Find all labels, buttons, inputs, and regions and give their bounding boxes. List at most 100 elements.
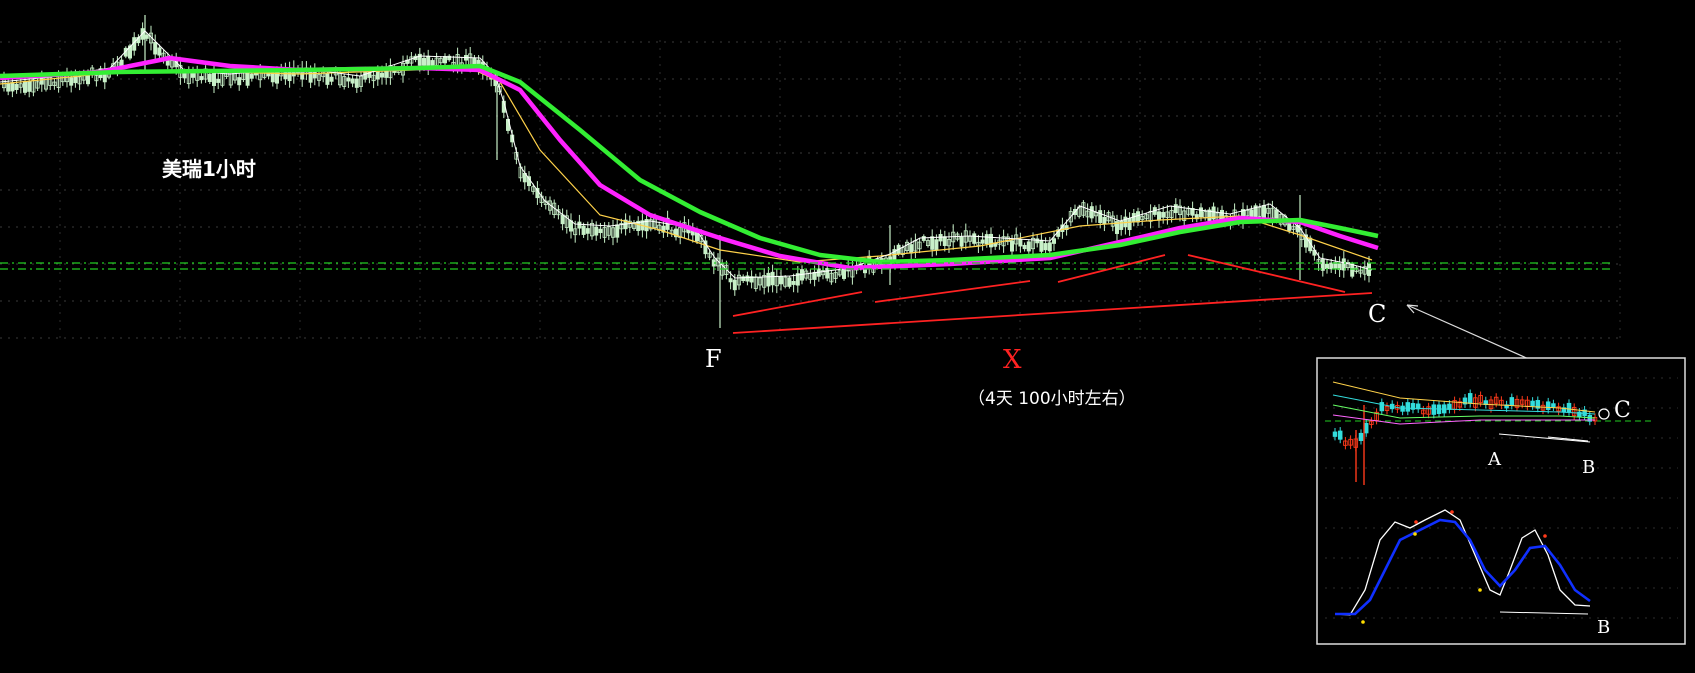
candle-body — [379, 72, 384, 78]
oscillator-signal-dot — [1478, 588, 1482, 592]
candle-body — [430, 60, 435, 66]
candle-body — [980, 239, 985, 244]
candle-body — [10, 82, 15, 92]
candle-body — [329, 76, 334, 82]
candle-body — [791, 280, 796, 285]
candle-body — [1026, 241, 1031, 252]
candle-body — [577, 221, 582, 229]
oscillator-signal-dot — [1413, 532, 1417, 536]
oscillator-signal-dot — [1543, 534, 1547, 538]
candle-body — [144, 34, 149, 39]
candle-body — [615, 224, 620, 238]
candle-body — [770, 271, 775, 286]
candle-body — [1010, 240, 1015, 252]
candle-body — [1161, 212, 1166, 218]
inset-candle-body — [1337, 430, 1343, 440]
inset-candle-body — [1431, 404, 1437, 415]
inset-label-b-bottom: B — [1597, 617, 1610, 638]
candle-body — [153, 42, 158, 55]
candle-body — [1035, 238, 1040, 244]
candle-body — [1022, 244, 1027, 250]
candle-body — [69, 77, 74, 86]
candle-body — [22, 80, 27, 93]
candle-body — [1350, 263, 1355, 277]
candle-body — [346, 77, 351, 82]
inset-candle-body — [1358, 432, 1364, 442]
candle-body — [598, 228, 603, 234]
candle-body — [766, 272, 771, 287]
inset-panel: C A B B — [1316, 357, 1686, 645]
candle-body — [1047, 242, 1052, 252]
candle-body — [1199, 207, 1204, 218]
candle-body — [472, 58, 477, 65]
inset-candle-body — [1467, 393, 1473, 404]
candle-body — [1262, 205, 1267, 219]
candle-body — [1127, 218, 1132, 231]
candle-body — [1098, 210, 1103, 223]
chart-title: 美瑞1小时 — [162, 157, 256, 181]
inset-candle-body — [1545, 401, 1551, 410]
candle-body — [934, 239, 939, 251]
candle-body — [560, 214, 565, 225]
candle-body — [6, 82, 11, 92]
candle-body — [190, 72, 195, 78]
point-label-x: X — [1003, 345, 1022, 375]
candle-body — [1173, 204, 1178, 214]
candle-body — [182, 73, 187, 79]
candle-body — [959, 236, 964, 247]
candle-body — [1018, 239, 1023, 247]
candle-body — [442, 56, 447, 64]
candle-body — [972, 233, 977, 244]
candle-body — [1052, 238, 1057, 244]
candle-body — [779, 276, 784, 285]
candle-body — [350, 78, 355, 84]
inset-label-a: A — [1487, 449, 1502, 470]
duration-annotation: （4天 100小时左右） — [968, 389, 1136, 409]
candle-body — [325, 72, 330, 85]
inset-candle-body — [1551, 403, 1556, 408]
inset-label-c: C — [1614, 398, 1631, 423]
candle-body — [745, 275, 750, 282]
candle-body — [728, 278, 733, 283]
chart-canvas: 美瑞1小时 F X （4天 100小时左右） C C A B B — [0, 0, 1695, 673]
candle-body — [787, 277, 792, 287]
inset-candle-body — [1447, 403, 1452, 410]
inset-candle-body — [1530, 400, 1535, 407]
candle-body — [1329, 262, 1334, 270]
candle-body — [216, 78, 221, 83]
candle-body — [842, 268, 847, 279]
candle-body — [942, 236, 947, 246]
candle-body — [585, 228, 590, 234]
inset-candle-body — [1509, 397, 1515, 406]
candle-body — [1102, 216, 1107, 225]
candle-body — [14, 83, 19, 90]
point-label-f: F — [705, 345, 722, 373]
candle-body — [825, 268, 830, 279]
candle-body — [237, 77, 242, 86]
oscillator-signal-dot — [1361, 620, 1365, 624]
candle-body — [732, 279, 737, 291]
candle-body — [119, 59, 124, 66]
candle-body — [909, 244, 914, 254]
candle-body — [1341, 258, 1346, 271]
candle-body — [211, 73, 216, 86]
candle-body — [249, 73, 254, 79]
candle-body — [1136, 211, 1141, 223]
candle-body — [984, 234, 989, 245]
point-label-c: C — [1368, 300, 1386, 328]
candle-body — [308, 70, 313, 83]
candle-body — [207, 73, 212, 82]
candle-body — [930, 236, 935, 250]
candle-body — [245, 72, 250, 86]
candle-body — [199, 76, 204, 81]
inset-label-b-top: B — [1582, 457, 1595, 478]
candle-body — [812, 271, 817, 280]
candle-body — [1157, 211, 1162, 221]
inset-candle-body — [1363, 422, 1369, 434]
candle-body — [354, 78, 359, 88]
candle-body — [27, 81, 32, 92]
candle-body — [421, 57, 426, 66]
oscillator-signal-dot — [1414, 520, 1418, 524]
inset-candle-body — [1400, 405, 1405, 412]
candle-body — [1039, 239, 1044, 252]
